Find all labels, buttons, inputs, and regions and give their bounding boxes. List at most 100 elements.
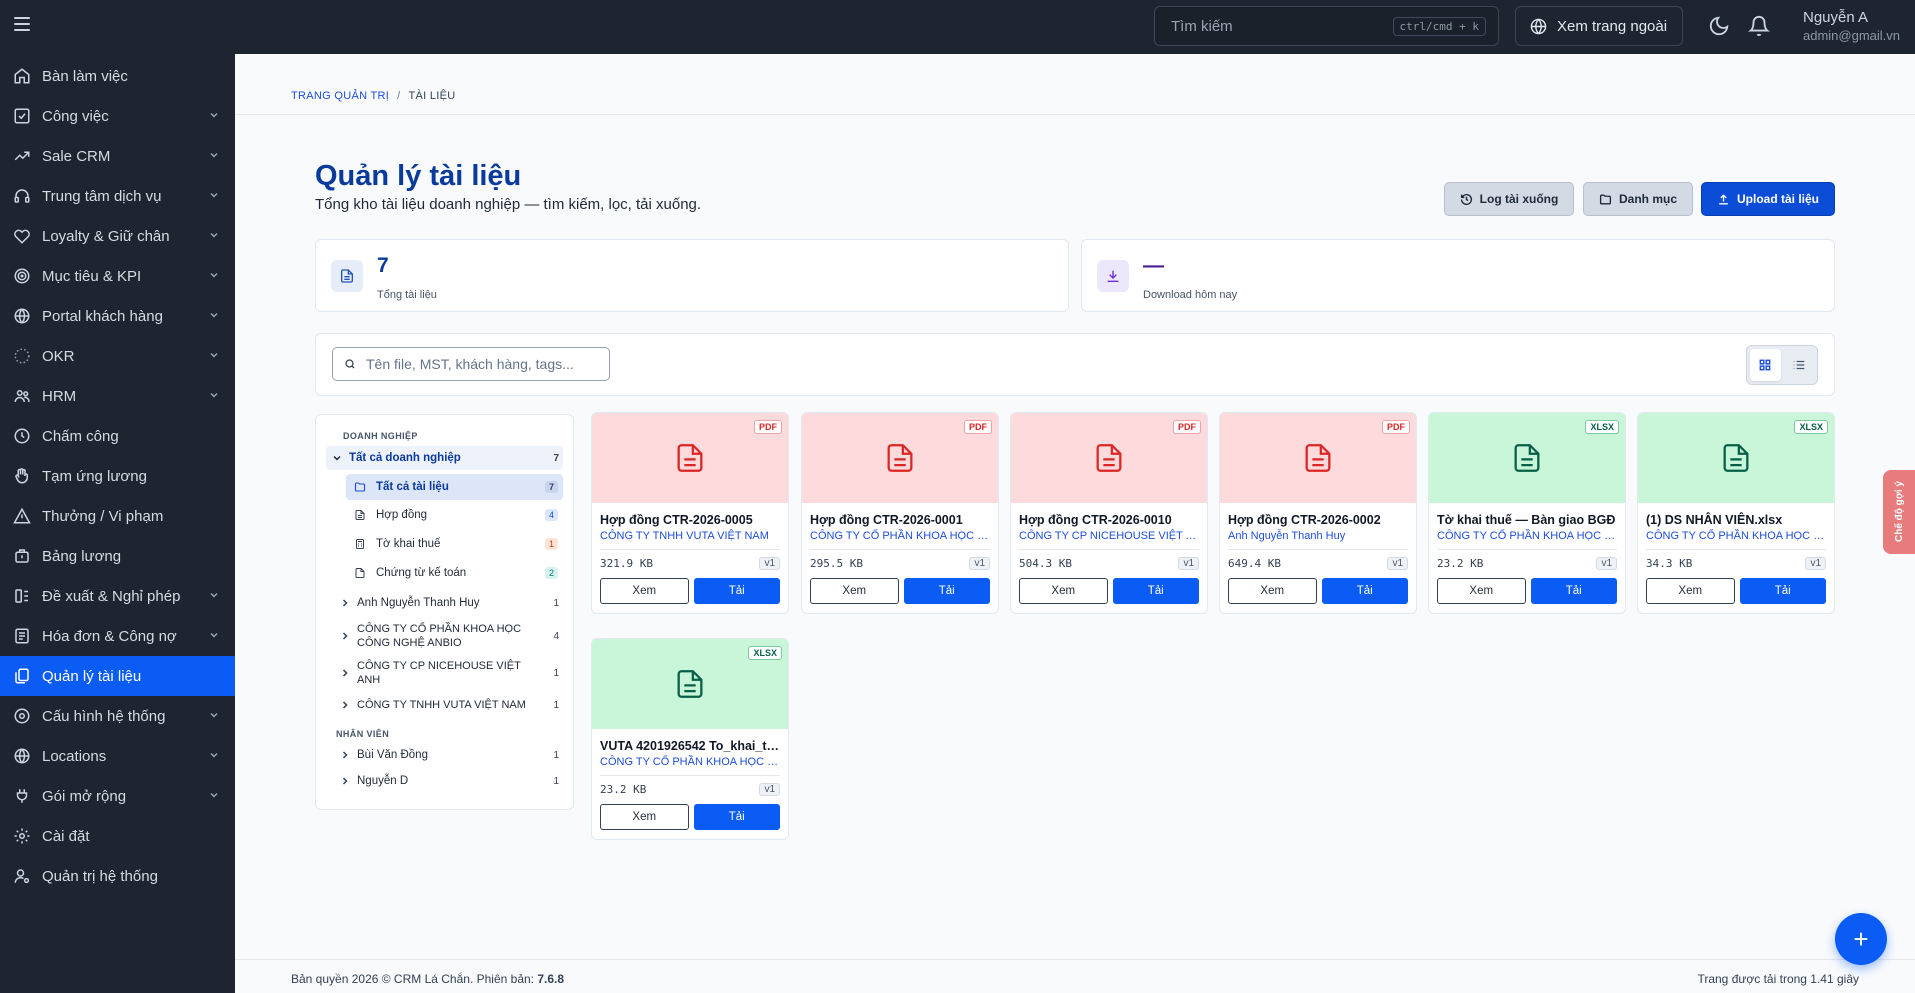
file-type-badge: PDF [754,420,782,434]
document-client[interactable]: CÔNG TY CỔ PHẦN KHOA HỌC CÔNG NGHỆ ANBIO [1429,527,1625,542]
add-fab-button[interactable]: + [1835,913,1887,965]
download-button[interactable]: Tải [693,804,780,830]
sidebar-item-label: Bàn làm việc [42,67,128,85]
user-name: Nguyễn A [1803,9,1869,26]
tree-all-companies[interactable]: Tất cả doanh nghiệp 7 [326,446,563,470]
sidebar-item-extensions[interactable]: Gói mở rộng [0,776,235,816]
moon-icon[interactable] [1708,15,1730,37]
sidebar-item-service-center[interactable]: Trung tâm dịch vụ [0,176,235,216]
document-card[interactable]: XLSX VUTA 4201926542 To_khai_thue.xlsx C… [591,638,789,840]
view-external-button[interactable]: Xem trang ngoài [1515,6,1683,46]
view-button[interactable]: Xem [1437,578,1526,604]
tree-company-item[interactable]: CÔNG TY CP NICEHOUSE VIỆT ANH 1 [326,653,563,693]
tree-tax-returns-count: 1 [544,537,558,550]
view-button[interactable]: Xem [600,578,689,604]
chevron-down-icon [210,152,218,158]
tree-staff-item[interactable]: Nguyễn D 1 [326,768,563,794]
sidebar-item-customer-portal[interactable]: Portal khách hàng [0,296,235,336]
upload-document-button[interactable]: Upload tài liệu [1701,182,1835,216]
footer: Bản quyền 2026 © CRM Lá Chắn. Phiên bản:… [235,959,1915,993]
global-search-input[interactable]: Tìm kiếm ctrl/cmd + k [1154,6,1499,46]
download-button[interactable]: Tải [693,578,780,604]
sidebar-item-locations[interactable]: Locations [0,736,235,776]
view-button[interactable]: Xem [810,578,899,604]
sidebar-item-kpi[interactable]: Mục tiêu & KPI [0,256,235,296]
document-client[interactable]: CÔNG TY TNHH VUTA VIỆT NAM [592,527,788,542]
tree-company-item[interactable]: CÔNG TY TNHH VUTA VIỆT NAM 1 [326,693,563,717]
breadcrumb-root-link[interactable]: TRANG QUẢN TRỊ [291,90,389,102]
download-button[interactable]: Tải [1739,578,1826,604]
tree-all-documents[interactable]: Tất cả tài liệu 7 [346,474,563,500]
file-type-badge: PDF [1173,420,1201,434]
view-button[interactable]: Xem [1228,578,1317,604]
sidebar-item-invoices[interactable]: Hóa đơn & Công nợ [0,616,235,656]
tree-contracts[interactable]: Hợp đồng 4 [346,500,563,529]
document-client[interactable]: CÔNG TY CỔ PHẦN KHOA HỌC CÔNG NGHỆ ANBIO [592,753,788,768]
grid-view-button[interactable] [1750,349,1781,381]
tree-all-documents-label: Tất cả tài liệu [376,481,449,493]
bell-icon[interactable] [1748,15,1770,37]
download-button[interactable]: Tải [903,578,990,604]
sidebar-item-label: Cấu hình hệ thống [42,707,166,725]
sidebar-item-okr[interactable]: OKR [0,336,235,376]
document-card[interactable]: PDF Hợp đồng CTR-2026-0001 CÔNG TY CỔ PH… [801,412,999,614]
suggestion-mode-tab[interactable]: Chế độ gợi ý [1883,470,1915,554]
download-button[interactable]: Tải [1112,578,1199,604]
document-client[interactable]: CÔNG TY CP NICEHOUSE VIỆT ANH [1011,527,1207,542]
sidebar-item-label: Quản trị hệ thống [42,867,158,885]
user-menu[interactable]: Nguyễn A admin@gmail.vn [1803,9,1900,43]
sidebar-item-payroll[interactable]: Bảng lương [0,536,235,576]
settings-icon [12,706,32,726]
category-button[interactable]: Danh mục [1583,182,1693,216]
tree-staff-item[interactable]: Bùi Văn Đồng 1 [326,742,563,768]
chevron-down-icon [210,632,218,638]
sidebar-item-dashboard[interactable]: Bàn làm việc [0,56,235,96]
document-search-input[interactable]: Tên file, MST, khách hàng, tags... [332,347,610,381]
sidebar-item-admin[interactable]: Quản trị hệ thống [0,856,235,896]
view-button[interactable]: Xem [1019,578,1108,604]
sidebar-item-hrm[interactable]: HRM [0,376,235,416]
document-card[interactable]: XLSX (1) DS NHÂN VIÊN.xlsx CÔNG TY CỔ PH… [1637,412,1835,614]
sidebar-item-sale-crm[interactable]: Sale CRM [0,136,235,176]
sidebar-item-settings[interactable]: Cài đặt [0,816,235,856]
user-email: admin@gmail.vn [1803,28,1901,43]
list-view-button[interactable] [1784,349,1815,381]
view-button[interactable]: Xem [600,804,689,830]
document-name: Hợp đồng CTR-2026-0002 [1228,513,1381,527]
sidebar-item-documents[interactable]: Quản lý tài liệu [0,656,235,696]
tree-company-item[interactable]: CÔNG TY CỔ PHẦN KHOA HỌC CÔNG NGHỆ ANBIO… [326,619,563,653]
document-client[interactable]: Anh Nguyễn Thanh Huy [1220,527,1416,542]
document-client[interactable]: CÔNG TY CỔ PHẦN KHOA HỌC CÔNG NGHỆ ANBIO [802,527,998,542]
tree-accounting-vouchers-label: Chứng từ kế toán [376,566,467,579]
chevron-down-icon [210,192,218,198]
tree-tax-returns[interactable]: Tờ khai thuế 1 [346,529,563,558]
document-size: 23.2 KB [600,783,647,796]
sidebar-item-rewards[interactable]: Thưởng / Vi phạm [0,496,235,536]
sidebar-item-label: Quản lý tài liệu [42,667,142,685]
tree-accounting-vouchers[interactable]: Chứng từ kế toán 2 [346,558,563,587]
tree-company-item[interactable]: Anh Nguyễn Thanh Huy 1 [326,587,563,619]
view-button[interactable]: Xem [1646,578,1735,604]
tree-company-count: 1 [553,667,559,679]
download-button[interactable]: Tải [1530,578,1617,604]
document-icon [355,509,365,520]
document-card[interactable]: PDF Hợp đồng CTR-2026-0002 Anh Nguyễn Th… [1219,412,1417,614]
sidebar-item-loyalty[interactable]: Loyalty & Giữ chân [0,216,235,256]
document-card[interactable]: PDF Hợp đồng CTR-2026-0005 CÔNG TY TNHH … [591,412,789,614]
document-card[interactable]: XLSX Tờ khai thuế — Bàn giao BGĐ CÔNG TY… [1428,412,1626,614]
chevron-down-icon [210,232,218,238]
sidebar-item-salary-advance[interactable]: Tạm ứng lương [0,456,235,496]
download-button[interactable]: Tải [1321,578,1408,604]
download-log-button[interactable]: Log tài xuống [1444,182,1574,216]
sidebar-item-leave[interactable]: Đề xuất & Nghỉ phép [0,576,235,616]
sidebar-item-system-config[interactable]: Cấu hình hệ thống [0,696,235,736]
sidebar-item-label: Mục tiêu & KPI [42,267,142,285]
menu-icon[interactable] [14,17,30,31]
document-card[interactable]: PDF Hợp đồng CTR-2026-0010 CÔNG TY CP NI… [1010,412,1208,614]
sidebar-item-attendance[interactable]: Chấm công [0,416,235,456]
document-client[interactable]: CÔNG TY CỔ PHẦN KHOA HỌC CÔNG NGHỆ ANBIO [1638,527,1834,542]
clock-icon [12,426,32,446]
chevron-down-icon [210,792,218,798]
document-thumbnail: XLSX [592,639,788,729]
sidebar-item-tasks[interactable]: Công việc [0,96,235,136]
